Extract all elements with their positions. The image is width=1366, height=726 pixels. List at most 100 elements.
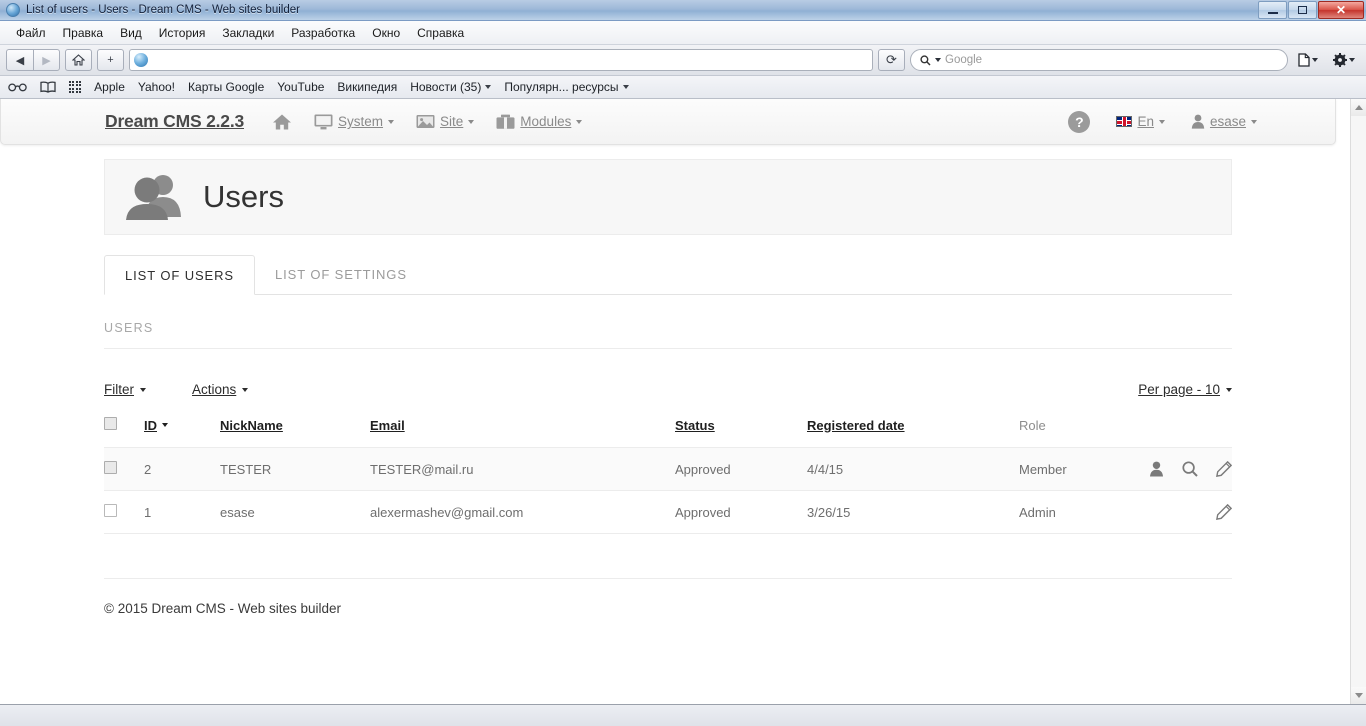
scroll-down-button[interactable] [1350, 687, 1366, 704]
menu-item-edit[interactable]: Правка [55, 23, 112, 43]
cell-nickname: TESTER [220, 447, 370, 491]
view-magnifier-icon[interactable] [1182, 461, 1198, 477]
home-icon [72, 54, 85, 66]
bookmark-yahoo[interactable]: Yahoo! [138, 80, 175, 94]
cell-actions [1114, 447, 1232, 491]
person-icon [1191, 114, 1205, 129]
per-page-label: Per page - 10 [1138, 382, 1220, 397]
user-chevron-down-icon [1251, 119, 1257, 124]
users-table-body: 2 TESTER TESTER@mail.ru Approved 4/4/15 … [104, 447, 1232, 534]
nav-item-site[interactable]: Site [416, 114, 475, 129]
column-registered-date[interactable]: Registered date [807, 417, 1019, 448]
row-checkbox[interactable] [104, 504, 117, 517]
book-icon[interactable] [40, 81, 56, 93]
glasses-icon[interactable] [8, 82, 27, 92]
close-button[interactable]: ✕ [1318, 1, 1364, 19]
language-switcher[interactable]: En [1116, 114, 1165, 129]
cell-id: 1 [144, 490, 220, 534]
bookmark-youtube[interactable]: YouTube [277, 80, 324, 94]
column-nickname[interactable]: NickName [220, 417, 370, 448]
site-chevron-down-icon [468, 119, 475, 124]
help-icon[interactable]: ? [1068, 110, 1091, 133]
search-engine-chevron-down-icon[interactable] [935, 58, 941, 62]
menu-item-history[interactable]: История [151, 23, 214, 43]
cell-actions [1114, 490, 1232, 534]
nav-system-label: System [338, 114, 384, 129]
menu-item-develop[interactable]: Разработка [283, 23, 363, 43]
home-button[interactable] [65, 49, 92, 71]
chevron-up-icon [1354, 105, 1363, 110]
new-tab-button[interactable]: + [97, 49, 124, 71]
nav-home-button[interactable] [272, 113, 292, 131]
table-header-row: ID NickName Email Status Registered date… [104, 417, 1232, 448]
vertical-scrollbar[interactable] [1350, 99, 1366, 704]
reload-button[interactable]: ⟳ [878, 49, 905, 71]
tab-list-of-users[interactable]: LIST OF USERS [104, 255, 255, 295]
filter-chevron-down-icon [140, 387, 146, 392]
actions-dropdown[interactable]: Actions [192, 382, 249, 397]
cell-registered-date: 4/4/15 [807, 447, 1019, 491]
cell-nickname: esase [220, 490, 370, 534]
row-select-cell[interactable] [104, 447, 144, 491]
filter-dropdown[interactable]: Filter [104, 382, 146, 397]
bookmark-news[interactable]: Новости (35) [410, 80, 492, 94]
tab-list-of-settings[interactable]: LIST OF SETTINGS [255, 255, 427, 294]
row-checkbox[interactable] [104, 461, 117, 474]
page-viewport: Dream CMS 2.2.3 System Site Modules ? En… [0, 99, 1366, 704]
column-id[interactable]: ID [144, 417, 220, 448]
modules-chevron-down-icon [576, 119, 583, 124]
settings-chevron-down-icon[interactable] [1349, 58, 1355, 62]
cell-registered-date: 3/26/15 [807, 490, 1019, 534]
bookmark-popular-resources[interactable]: Популярн... ресурсы [504, 80, 629, 94]
reader-page-button[interactable] [1293, 53, 1323, 67]
brand-link[interactable]: Dream CMS 2.2.3 [105, 111, 244, 132]
uk-flag-icon [1116, 116, 1133, 127]
per-page-dropdown[interactable]: Per page - 10 [1138, 382, 1232, 397]
menu-item-bookmarks[interactable]: Закладки [214, 23, 282, 43]
gear-icon [1333, 53, 1347, 67]
select-all-checkbox[interactable] [104, 417, 117, 430]
menu-item-window[interactable]: Окно [364, 23, 408, 43]
bookmark-apple[interactable]: Apple [94, 80, 125, 94]
bookmarks-bar: Apple Yahoo! Карты Google YouTube Википе… [0, 76, 1366, 99]
settings-button[interactable] [1328, 53, 1360, 67]
scroll-up-button[interactable] [1350, 99, 1366, 116]
column-select-all[interactable] [104, 417, 144, 448]
per-page-chevron-down-icon [1226, 387, 1232, 392]
image-icon [416, 115, 435, 128]
bookmark-google-maps[interactable]: Карты Google [188, 80, 264, 94]
menu-item-view[interactable]: Вид [112, 23, 150, 43]
impersonate-person-icon[interactable] [1149, 461, 1164, 477]
menu-item-help[interactable]: Справка [409, 23, 472, 43]
column-status[interactable]: Status [675, 417, 807, 448]
system-chevron-down-icon [388, 119, 395, 124]
table-row[interactable]: 1 esase alexermashev@gmail.com Approved … [104, 490, 1232, 534]
window-controls: ✕ [1258, 1, 1364, 19]
maximize-button[interactable] [1288, 1, 1317, 19]
column-role: Role [1019, 417, 1114, 448]
popular-chevron-down-icon [622, 85, 629, 89]
edit-pencil-icon[interactable] [1216, 504, 1232, 520]
bookmark-wikipedia[interactable]: Википедия [337, 80, 397, 94]
table-row[interactable]: 2 TESTER TESTER@mail.ru Approved 4/4/15 … [104, 447, 1232, 491]
edit-pencil-icon[interactable] [1216, 461, 1232, 477]
nav-item-system[interactable]: System [314, 114, 395, 130]
back-button[interactable]: ◀ [6, 49, 33, 71]
row-select-cell[interactable] [104, 490, 144, 534]
nav-site-label: Site [440, 114, 464, 129]
column-email[interactable]: Email [370, 417, 675, 448]
cell-id: 2 [144, 447, 220, 491]
browser-window: List of users - Users - Dream CMS - Web … [0, 0, 1366, 726]
nav-item-modules[interactable]: Modules [496, 114, 583, 130]
address-bar[interactable] [129, 49, 873, 71]
search-box[interactable]: Google [910, 49, 1288, 71]
user-menu[interactable]: esase [1191, 114, 1257, 129]
site-favicon-icon [134, 53, 148, 67]
menu-bar: Файл Правка Вид История Закладки Разрабо… [0, 21, 1366, 45]
scrollbar-track[interactable] [1350, 116, 1366, 687]
grid-dots-icon[interactable] [69, 80, 82, 94]
minimize-button[interactable] [1258, 1, 1287, 19]
menu-item-file[interactable]: Файл [8, 23, 54, 43]
forward-button[interactable]: ▶ [33, 49, 60, 71]
page-chevron-down-icon[interactable] [1312, 58, 1318, 62]
